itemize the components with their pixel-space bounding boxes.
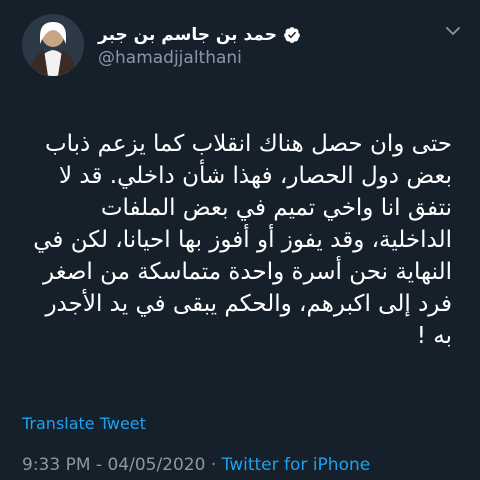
display-name[interactable]: حمد بن جاسم بن جبر: [98, 25, 277, 45]
tweet-meta: 9:33 PM - 04/05/2020 · Twitter for iPhon…: [22, 455, 370, 475]
time-date-separator: -: [90, 455, 108, 475]
avatar-image: [22, 14, 84, 76]
tweet-date: 04/05/2020: [107, 455, 206, 475]
tweet-header: حمد بن جاسم بن جبر @hamadjjalthani: [22, 14, 458, 84]
tweet-time: 9:33 PM: [22, 455, 91, 475]
verified-badge-icon: [284, 27, 300, 43]
tweet-card: حمد بن جاسم بن جبر @hamadjjalthani حتى و…: [0, 0, 480, 480]
tweet-source-link[interactable]: Twitter for iPhone: [222, 455, 371, 475]
translate-tweet-link[interactable]: Translate Tweet: [22, 414, 146, 433]
avatar[interactable]: [22, 14, 84, 76]
user-handle[interactable]: @hamadjjalthani: [98, 48, 301, 68]
display-name-row[interactable]: حمد بن جاسم بن جبر: [98, 24, 301, 46]
meta-separator: ·: [205, 455, 222, 475]
chevron-down-icon[interactable]: [446, 26, 460, 36]
tweet-text: حتى وان حصل هناك انقلاب كما يزعم ذباب بع…: [33, 131, 452, 349]
user-info: حمد بن جاسم بن جبر @hamadjjalthani: [98, 24, 301, 68]
